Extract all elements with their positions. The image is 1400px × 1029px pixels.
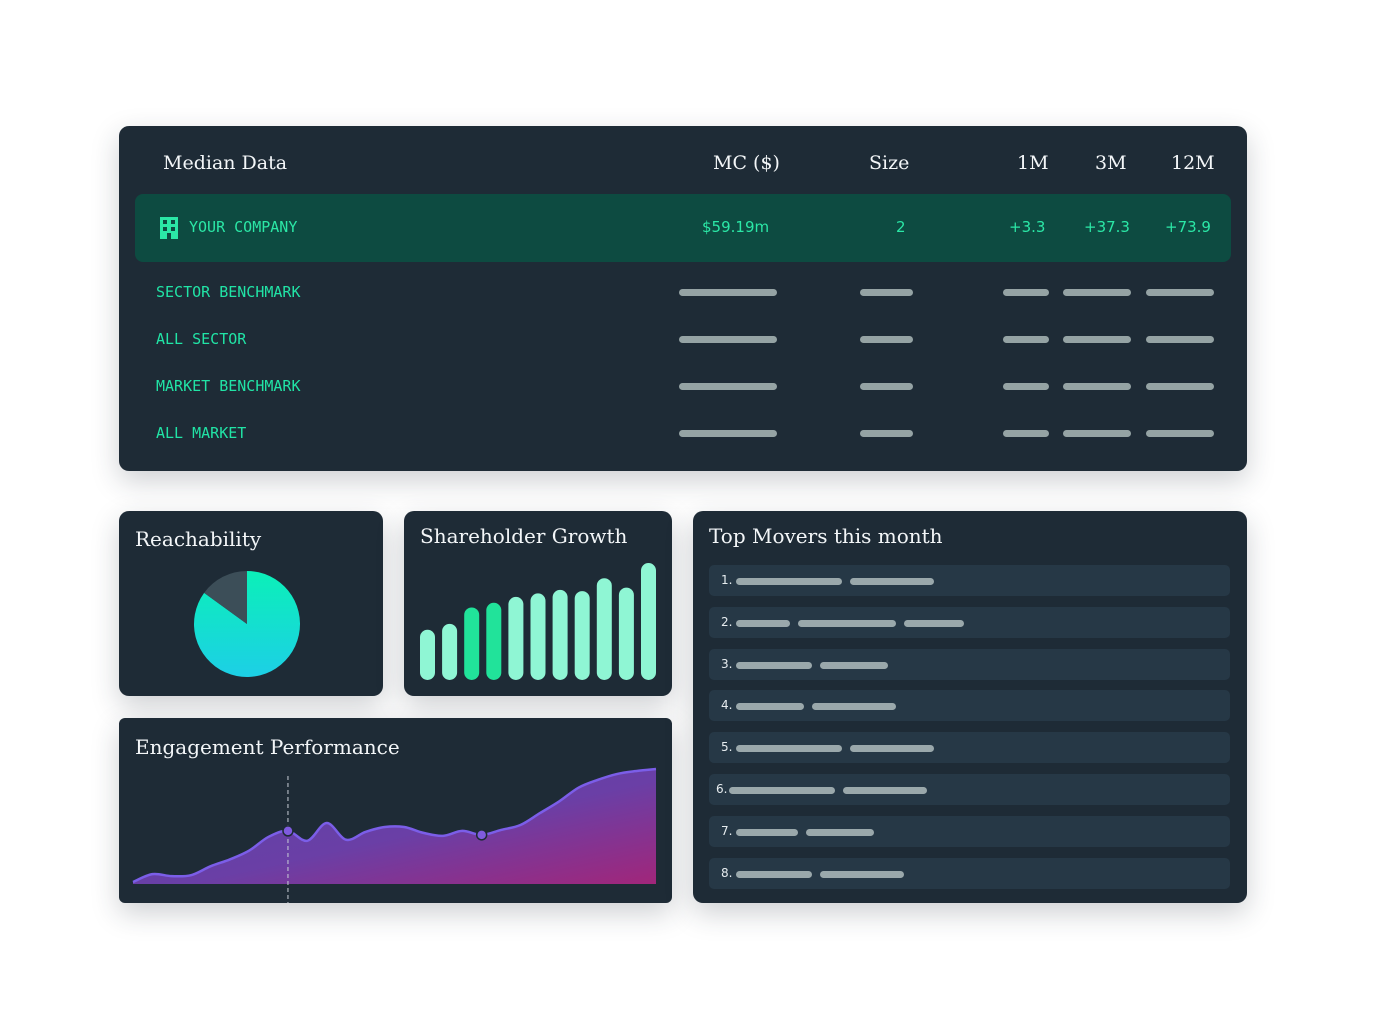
mover-rank: 1.	[721, 573, 733, 587]
growth-bar	[530, 593, 546, 680]
placeholder-bar	[812, 703, 896, 711]
top-movers-title: Top Movers this month	[709, 524, 943, 548]
company-mc: $59.19m	[702, 218, 770, 236]
building-icon	[159, 216, 179, 244]
mover-row[interactable]: 4.	[709, 690, 1230, 722]
company-size: 2	[896, 218, 906, 236]
growth-bar	[641, 563, 656, 680]
placeholder-bar	[1146, 289, 1214, 296]
placeholder-bar	[860, 383, 913, 390]
company-12m: +73.9	[1165, 218, 1211, 236]
company-name: YOUR COMPANY	[189, 218, 298, 236]
row-label-all-sector: ALL SECTOR	[156, 330, 247, 348]
placeholder-bar	[1063, 289, 1131, 296]
placeholder-bar	[1063, 383, 1131, 390]
placeholder-bar	[843, 787, 927, 794]
placeholder-bar	[736, 661, 812, 669]
company-1m: +3.3	[1009, 218, 1046, 236]
column-header-1m: 1M	[1017, 152, 1049, 174]
placeholder-bar	[736, 870, 812, 878]
mover-row[interactable]: 2.	[709, 606, 1230, 638]
placeholder-bar	[860, 336, 913, 343]
company-row[interactable]: YOUR COMPANY $59.19m 2 +3.3 +37.3 +73.9	[135, 194, 1231, 262]
placeholder-bar	[736, 578, 842, 585]
engagement-marker[interactable]	[475, 829, 488, 841]
mover-row[interactable]: 5.	[709, 732, 1230, 764]
placeholder-bar	[679, 383, 777, 390]
mover-row[interactable]: 8.	[709, 857, 1230, 889]
placeholder-bar	[736, 619, 790, 627]
mover-row[interactable]: 3.	[709, 648, 1230, 680]
mover-rank: 2.	[721, 614, 733, 629]
growth-bar	[420, 629, 435, 680]
column-header-12m: 12M	[1171, 152, 1215, 174]
placeholder-bar	[729, 787, 835, 794]
mover-rank: 5.	[721, 740, 733, 755]
mover-rank: 6.	[716, 782, 728, 796]
placeholder-bar	[679, 289, 777, 296]
placeholder-bar	[798, 619, 896, 627]
mover-rank: 3.	[721, 656, 733, 671]
placeholder-bar	[820, 661, 888, 669]
mover-rank: 8.	[721, 865, 733, 880]
row-label-all-market: ALL MARKET	[156, 424, 247, 442]
growth-bar	[442, 623, 458, 680]
mover-row[interactable]: 1.	[709, 565, 1230, 596]
mover-rank: 4.	[721, 698, 733, 713]
placeholder-bar	[806, 828, 874, 836]
row-label-sector-benchmark: SECTOR BENCHMARK	[156, 283, 301, 301]
reachability-pie-chart	[194, 571, 300, 677]
growth-bar	[486, 602, 502, 680]
growth-bar	[618, 587, 634, 680]
placeholder-bar	[1063, 430, 1131, 437]
engagement-marker[interactable]	[282, 825, 294, 837]
engagement-area-chart	[132, 767, 657, 903]
placeholder-bar	[1146, 430, 1214, 437]
column-header-size: Size	[869, 152, 910, 174]
growth-bar	[574, 591, 590, 680]
mover-row[interactable]: 7.	[709, 815, 1230, 847]
placeholder-bar	[736, 828, 798, 836]
median-data-card: Median Data MC ($) Size 1M 3M 12M YOUR C…	[119, 126, 1247, 471]
placeholder-bar	[1003, 289, 1049, 296]
placeholder-bar	[679, 336, 777, 343]
placeholder-bar	[736, 703, 804, 711]
top-movers-card: Top Movers this month 1. 2. 3. 4. 5. 6. 7. 8.	[693, 511, 1247, 903]
shareholder-growth-card: Shareholder Growth	[404, 511, 672, 696]
median-data-title: Median Data	[163, 152, 288, 174]
column-header-3m: 3M	[1095, 152, 1127, 174]
placeholder-bar	[736, 745, 842, 753]
company-3m: +37.3	[1084, 218, 1130, 236]
placeholder-bar	[1146, 336, 1214, 343]
growth-bar	[508, 596, 524, 680]
column-header-mc: MC ($)	[713, 152, 780, 174]
placeholder-bar	[679, 430, 777, 437]
placeholder-bar	[1003, 430, 1049, 437]
growth-bar	[464, 607, 480, 680]
placeholder-bar	[860, 430, 913, 437]
placeholder-bar	[1003, 336, 1049, 343]
placeholder-bar	[850, 578, 934, 585]
engagement-card: Engagement Performance	[119, 718, 672, 903]
placeholder-bar	[1146, 383, 1214, 390]
placeholder-bar	[860, 289, 913, 296]
row-label-market-benchmark: MARKET BENCHMARK	[156, 377, 301, 395]
mover-row[interactable]: 6.	[709, 774, 1230, 805]
placeholder-bar	[904, 619, 964, 627]
shareholder-bar-chart	[420, 563, 656, 680]
growth-bar	[552, 589, 568, 680]
placeholder-bar	[820, 870, 904, 878]
reachability-card: Reachability	[119, 511, 383, 696]
growth-bar	[596, 578, 612, 680]
mover-rank: 7.	[721, 823, 733, 838]
placeholder-bar	[850, 745, 934, 753]
placeholder-bar	[1003, 383, 1049, 390]
placeholder-bar	[1063, 336, 1131, 343]
